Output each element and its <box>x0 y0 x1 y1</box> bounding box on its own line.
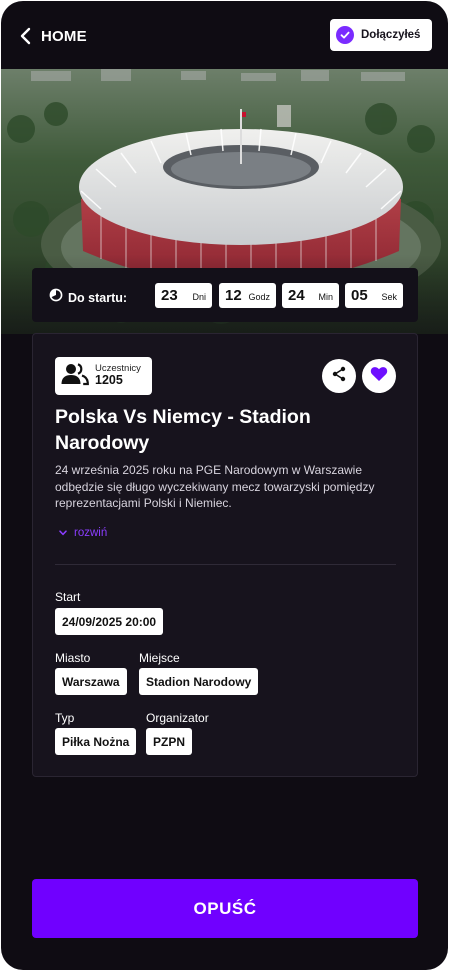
event-description: 24 września 2025 roku na PGE Narodowym w… <box>55 463 375 510</box>
type-value: Piłka Nożna <box>55 728 137 755</box>
type-label: Typ <box>55 711 75 725</box>
place-label: Miejsce <box>139 651 180 665</box>
countdown-hours-value: 12 <box>225 287 242 304</box>
joined-label: Dołączyłeś <box>361 29 421 41</box>
top-bar: HOME Dołączyłeś <box>1 1 448 69</box>
event-title: Polska Vs Niemcy - Stadion Narodowy <box>55 406 311 454</box>
expand-description-link[interactable]: rozwiń <box>59 527 107 539</box>
joined-status-button[interactable]: Dołączyłeś <box>330 19 432 51</box>
start-label: Start <box>55 590 81 604</box>
countdown-minutes: 24 Min <box>282 283 339 308</box>
countdown-days-value: 23 <box>161 287 178 304</box>
back-home-button[interactable]: HOME <box>19 24 87 48</box>
chevron-left-icon <box>19 27 33 45</box>
favorite-button[interactable] <box>362 359 396 393</box>
participants-count: 1205 <box>95 373 123 388</box>
divider <box>55 564 396 565</box>
place-value: Stadion Narodowy <box>139 668 259 695</box>
organizer-value: PZPN <box>146 728 193 755</box>
countdown-days-unit: Dni <box>192 292 206 302</box>
countdown-seconds: 05 Sek <box>345 283 403 308</box>
app-screen: HOME Dołączyłeś Do startu: 23 Dni 12 God… <box>1 1 448 970</box>
event-card: Uczestnicy 1205 Polska Vs Niemcy - Stadi… <box>32 333 418 777</box>
start-value: 24/09/2025 20:00 <box>55 608 164 635</box>
check-icon <box>336 26 354 44</box>
heart-icon <box>370 366 388 387</box>
countdown-hours: 12 Godz <box>219 283 276 308</box>
countdown-label: Do startu: <box>68 290 128 305</box>
countdown-minutes-unit: Min <box>318 292 333 302</box>
countdown-bar: Do startu: 23 Dni 12 Godz 24 Min 05 Sek <box>32 268 418 322</box>
countdown-label-group: Do startu: <box>49 288 127 307</box>
organizer-label: Organizator <box>146 711 209 725</box>
city-value: Warszawa <box>55 668 127 695</box>
countdown-seconds-unit: Sek <box>381 292 397 302</box>
clock-icon <box>49 288 63 307</box>
city-label: Miasto <box>55 651 91 665</box>
expand-label: rozwiń <box>74 527 108 539</box>
countdown-hours-unit: Godz <box>248 292 270 302</box>
leave-event-button[interactable]: OPUŚĆ <box>32 879 418 938</box>
countdown-seconds-value: 05 <box>351 287 368 304</box>
participants-badge: Uczestnicy 1205 <box>55 357 152 395</box>
countdown-minutes-value: 24 <box>288 287 305 304</box>
chevron-down-icon <box>59 527 67 539</box>
countdown-days: 23 Dni <box>155 283 212 308</box>
share-icon <box>331 366 347 387</box>
users-icon <box>60 362 90 391</box>
participants-text: Uczestnicy 1205 <box>95 363 141 388</box>
share-button[interactable] <box>322 359 356 393</box>
back-label: HOME <box>41 27 87 45</box>
